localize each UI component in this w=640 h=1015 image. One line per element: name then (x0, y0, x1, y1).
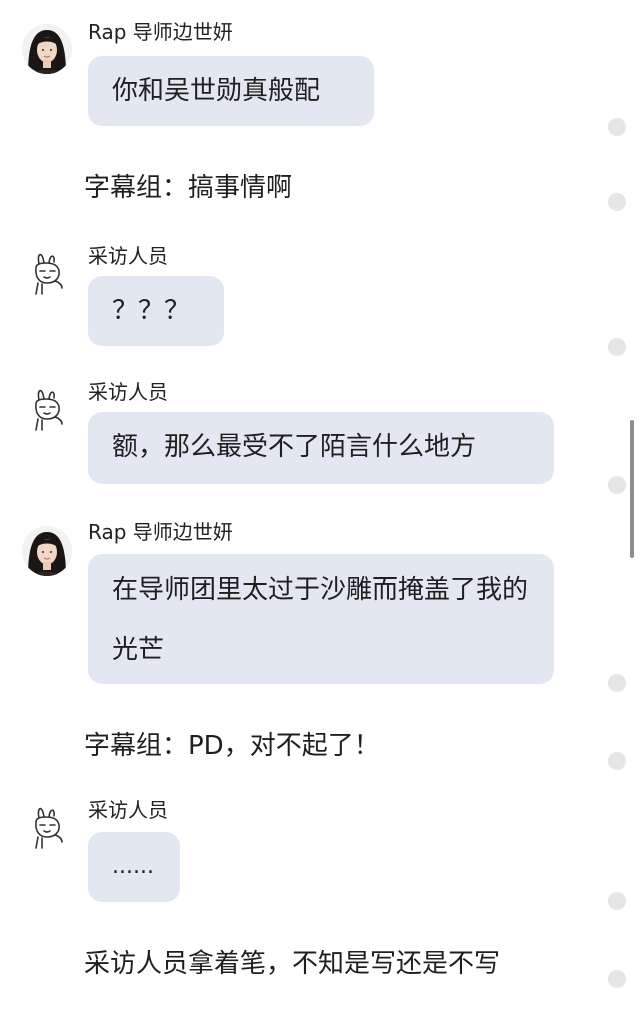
narration-text: 字幕组：搞事情啊 (84, 173, 293, 203)
bunny-doodle-icon (35, 807, 63, 849)
side-dot (608, 193, 626, 211)
side-dot (608, 752, 626, 770)
bunny-doodle-icon (35, 389, 63, 431)
side-dot (608, 118, 626, 136)
narration-text: 字幕组：PD，对不起了！ (84, 731, 380, 761)
avatar[interactable] (22, 24, 72, 74)
message-bubble[interactable]: ...... (88, 832, 180, 902)
woman-avatar-photo-icon (22, 24, 72, 74)
avatar[interactable] (22, 804, 72, 854)
sender-name: 采访人员 (88, 380, 168, 404)
sender-name: 采访人员 (88, 244, 168, 268)
side-dot (608, 970, 626, 988)
avatar[interactable] (22, 386, 72, 436)
narration-text: 采访人员拿着笔，不知是写还是不写 (84, 949, 501, 979)
bunny-doodle-icon (35, 253, 63, 295)
woman-avatar-photo-icon (22, 526, 72, 576)
sender-name: 采访人员 (88, 798, 168, 822)
avatar[interactable] (22, 526, 72, 576)
message-bubble[interactable]: 你和吴世勋真般配 (88, 56, 374, 126)
side-dot (608, 892, 626, 910)
side-dot (608, 476, 626, 494)
scrollbar[interactable] (630, 420, 634, 558)
side-dot (608, 338, 626, 356)
message-bubble[interactable]: 额，那么最受不了陌言什么地方 (88, 412, 554, 484)
side-dot (608, 674, 626, 692)
avatar[interactable] (22, 250, 72, 300)
message-bubble[interactable]: ？？？ (88, 276, 224, 346)
message-bubble[interactable]: 在导师团里太过于沙雕而掩盖了我的光芒 (88, 554, 554, 684)
sender-name: Rap 导师边世妍 (88, 520, 233, 544)
sender-name: Rap 导师边世妍 (88, 20, 233, 44)
